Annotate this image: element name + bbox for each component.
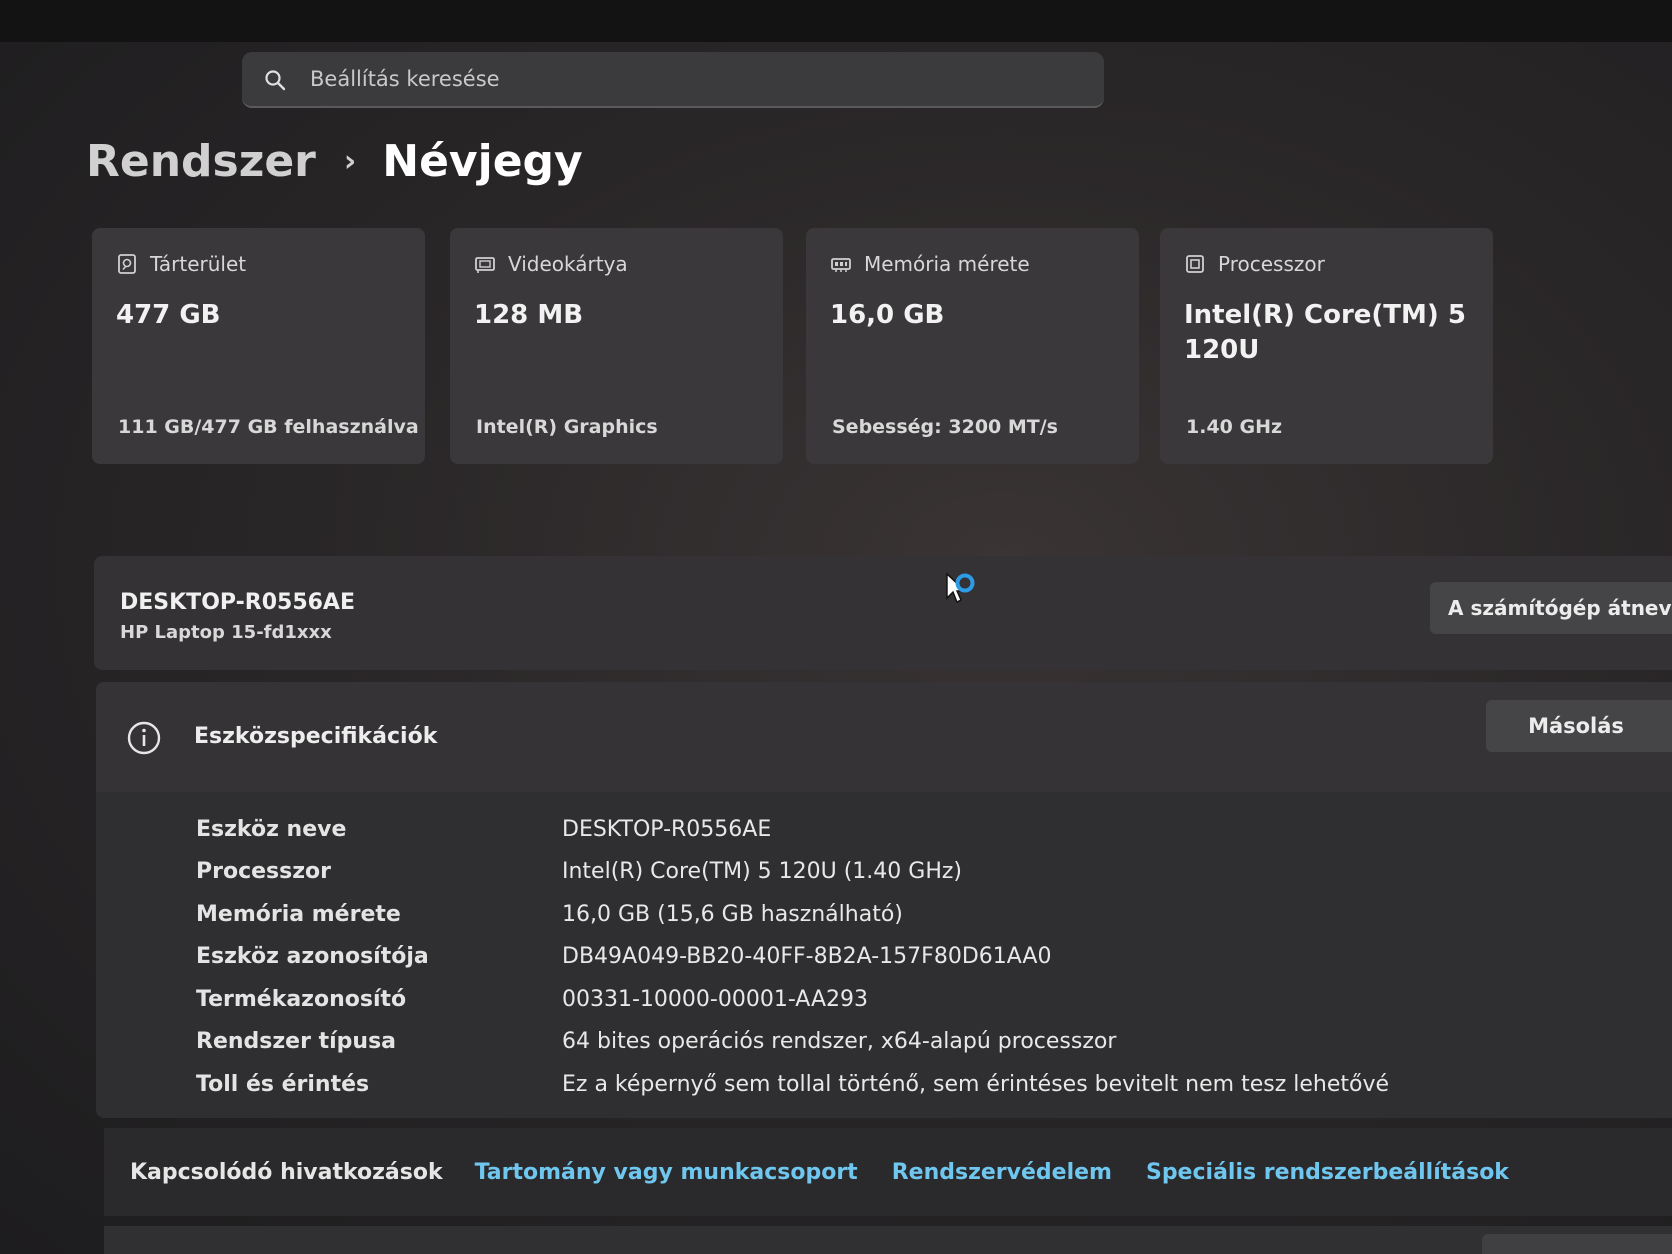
system-protection-link[interactable]: Rendszervédelem	[892, 1160, 1112, 1185]
spec-label: Processzor	[196, 859, 332, 885]
card-title: Memória mérete	[864, 252, 1030, 276]
card-subtext: Intel(R) Graphics	[476, 416, 658, 438]
copy-specs-button[interactable]: Másolás	[1486, 700, 1672, 752]
card-value: 128 MB	[474, 300, 584, 330]
next-section-panel	[104, 1226, 1672, 1254]
device-specifications-title: Eszközspecifikációk	[194, 724, 438, 749]
window-top-edge	[0, 0, 1672, 42]
card-value: 16,0 GB	[830, 300, 945, 330]
processor-icon	[1186, 255, 1204, 273]
card-title: Videokártya	[508, 252, 628, 276]
rename-pc-button[interactable]: A számítógép átnevezése	[1430, 582, 1672, 634]
search-placeholder[interactable]: Beállítás keresése	[310, 67, 500, 91]
card-title: Processzor	[1218, 252, 1325, 276]
breadcrumb: Rendszer › Névjegy	[86, 136, 583, 187]
spec-label: Memória mérete	[196, 901, 401, 927]
memory-card[interactable]: Memória mérete 16,0 GB Sebesség: 3200 MT…	[806, 228, 1139, 464]
spec-row-pen-touch: Toll és érintés Ez a képernyő sem tollal…	[196, 1063, 1389, 1106]
info-icon	[127, 721, 161, 755]
spec-label: Eszköz neve	[196, 816, 347, 842]
card-subtext: 1.40 GHz	[1186, 416, 1283, 438]
spec-label: Rendszer típusa	[196, 1029, 397, 1055]
spec-row-product-id: Termékazonosító 00331-10000-00001-AA293	[196, 978, 1389, 1021]
spec-value: 00331-10000-00001-AA293	[562, 986, 868, 1012]
spec-value: Intel(R) Core(TM) 5 120U (1.40 GHz)	[562, 859, 963, 885]
search-box[interactable]: Beállítás keresése	[242, 52, 1104, 108]
spec-row-system-type: Rendszer típusa 64 bites operációs rends…	[196, 1021, 1389, 1064]
search-icon	[265, 70, 286, 91]
related-links-label: Kapcsolódó hivatkozások	[130, 1159, 443, 1185]
spec-value: DB49A049-BB20-40FF-8B2A-157F80D61AA0	[562, 944, 1052, 970]
busy-spinner-icon	[955, 573, 975, 593]
device-model: HP Laptop 15-fd1xxx	[120, 622, 332, 643]
graphics-card[interactable]: Videokártya 128 MB Intel(R) Graphics	[450, 228, 783, 464]
device-name: DESKTOP-R0556AE	[120, 590, 355, 615]
spec-value: DESKTOP-R0556AE	[562, 816, 772, 842]
processor-card[interactable]: Processzor Intel(R) Core(TM) 5 120U 1.40…	[1160, 228, 1493, 464]
spec-value: 64 bites operációs rendszer, x64-alapú p…	[562, 1029, 1117, 1055]
spec-value: Ez a képernyő sem tollal történő, sem ér…	[562, 1071, 1390, 1097]
spec-label: Eszköz azonosítója	[196, 944, 429, 970]
card-subtext: 111 GB/477 GB felhasználva	[118, 416, 419, 438]
spec-row-memory: Memória mérete 16,0 GB (15,6 GB használh…	[196, 893, 1389, 936]
device-specifications-header[interactable]: Eszközspecifikációk	[96, 682, 1672, 792]
spec-list: Eszköz neve DESKTOP-R0556AE Processzor I…	[196, 808, 1389, 1106]
card-value: 477 GB	[116, 300, 221, 330]
chevron-right-icon: ›	[343, 144, 357, 179]
card-title: Tárterület	[150, 252, 247, 276]
memory-icon	[831, 258, 851, 272]
spec-row-device-name: Eszköz neve DESKTOP-R0556AE	[196, 808, 1389, 851]
advanced-system-settings-link[interactable]: Speciális rendszerbeállítások	[1146, 1160, 1509, 1185]
spec-label: Termékazonosító	[196, 986, 407, 1012]
spec-label: Toll és érintés	[196, 1071, 370, 1097]
spec-value: 16,0 GB (15,6 GB használható)	[562, 901, 903, 927]
spec-row-processor: Processzor Intel(R) Core(TM) 5 120U (1.4…	[196, 851, 1389, 894]
storage-icon	[118, 254, 136, 274]
page-title: Névjegy	[382, 136, 583, 187]
graphics-card-icon	[475, 257, 495, 273]
next-section-button[interactable]	[1482, 1234, 1672, 1254]
related-links-bar: Kapcsolódó hivatkozások Tartomány vagy m…	[104, 1128, 1672, 1216]
breadcrumb-parent-link[interactable]: Rendszer	[86, 136, 316, 187]
card-subtext: Sebesség: 3200 MT/s	[832, 416, 1058, 438]
domain-workgroup-link[interactable]: Tartomány vagy munkacsoport	[475, 1160, 858, 1185]
storage-card[interactable]: Tárterület 477 GB 111 GB/477 GB felhaszn…	[92, 228, 425, 464]
card-value: Intel(R) Core(TM) 5 120U	[1184, 300, 1466, 365]
spec-row-device-id: Eszköz azonosítója DB49A049-BB20-40FF-8B…	[196, 936, 1389, 979]
